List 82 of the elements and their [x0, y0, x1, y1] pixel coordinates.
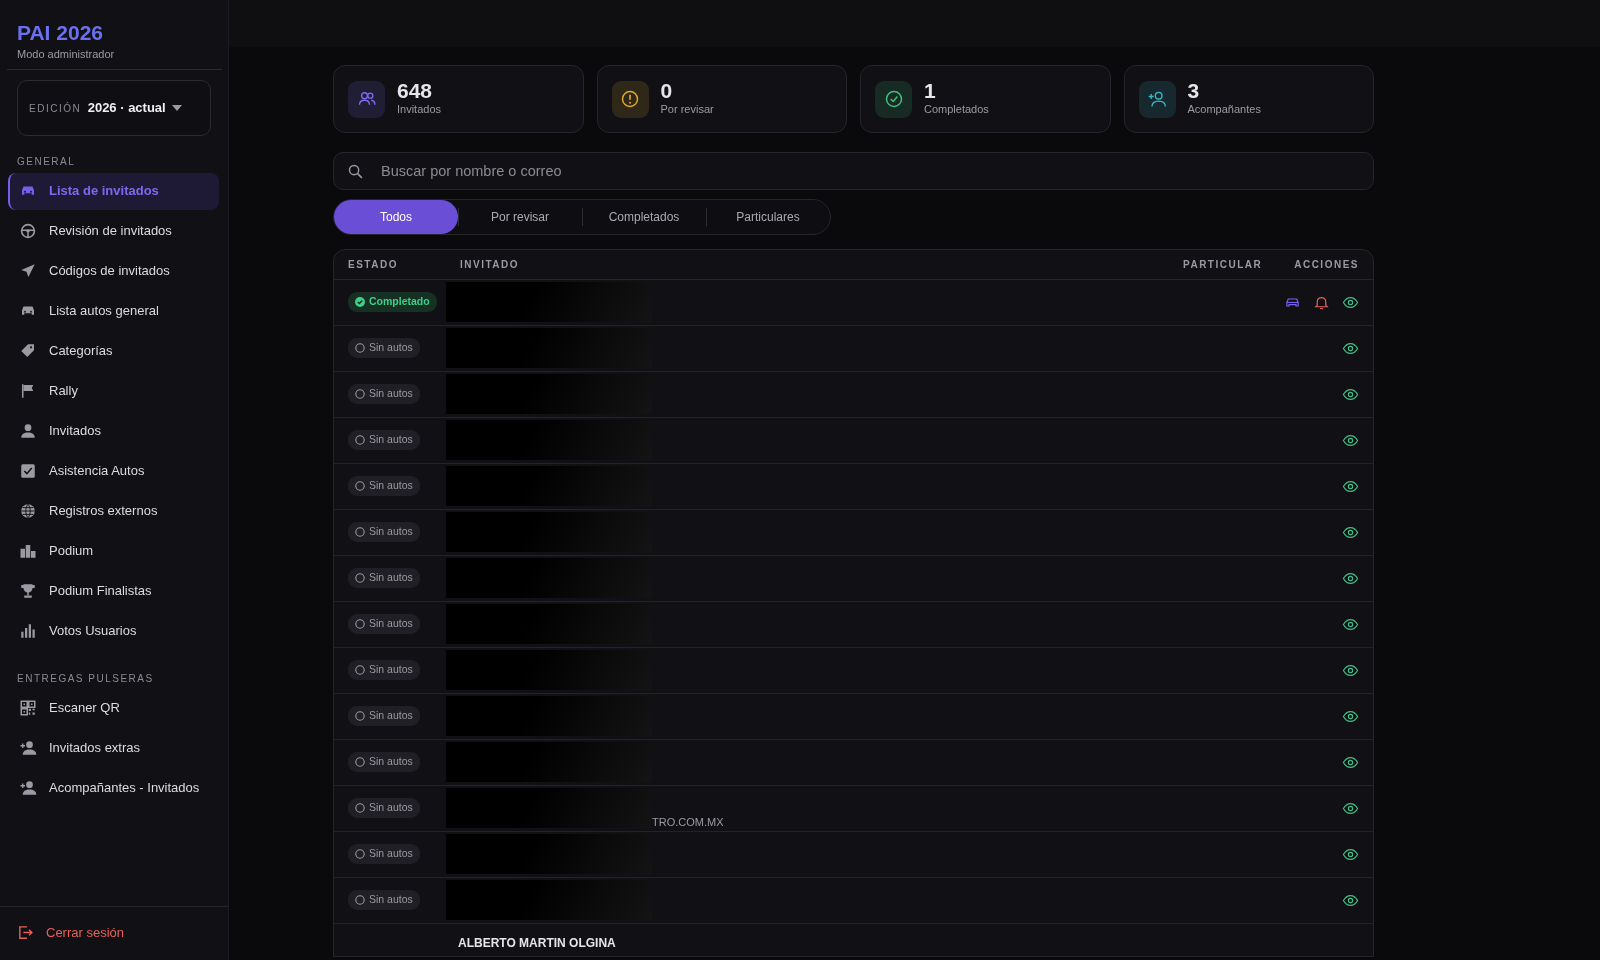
stat-label: Completados: [924, 102, 989, 118]
sidebar-item[interactable]: Invitados: [8, 412, 219, 450]
trophy-icon: [19, 582, 37, 601]
eye-icon[interactable]: [1342, 570, 1359, 587]
status-badge: Sin autos: [348, 614, 420, 635]
app-subtitle: Modo administrador: [17, 47, 116, 63]
sidebar-item[interactable]: Escaner QR: [8, 689, 219, 727]
eye-icon[interactable]: [1342, 846, 1359, 863]
section-heading: ENTREGAS PULSERAS: [16, 671, 155, 686]
eye-icon[interactable]: [1342, 754, 1359, 771]
column-header: ACCIONES: [1293, 258, 1360, 272]
sidebar-item[interactable]: Revisión de invitados: [8, 212, 219, 250]
eye-icon[interactable]: [1342, 340, 1359, 357]
eye-icon[interactable]: [1342, 892, 1359, 909]
eye-icon[interactable]: [1342, 524, 1359, 541]
eye-icon[interactable]: [1342, 662, 1359, 679]
sidebar-item[interactable]: Lista de invitados: [8, 172, 219, 210]
column-header: INVITADO: [460, 258, 520, 272]
stat-value: 0: [660, 80, 674, 102]
status-badge: Sin autos: [348, 384, 420, 405]
column-header: PARTICULAR: [1183, 258, 1264, 272]
stat-label: Acompañantes: [1187, 102, 1261, 118]
logout-link[interactable]: Cerrar sesión: [0, 922, 228, 942]
column-header: ESTADO: [347, 258, 399, 272]
sidebar-item[interactable]: Códigos de invitados: [8, 252, 219, 290]
status-badge: Sin autos: [348, 430, 420, 451]
status-badge: Sin autos: [348, 568, 420, 589]
stat-value: 3: [1187, 80, 1201, 102]
sidebar-item[interactable]: Registros externos: [8, 492, 219, 530]
status-badge: Sin autos: [348, 338, 420, 359]
section-heading: GENERAL: [16, 154, 77, 169]
caret-icon: [172, 105, 183, 111]
stat-label: Por revisar: [660, 102, 714, 118]
guest-name: ALBERTO MARTIN OLGINA: [457, 935, 616, 952]
edition-selector[interactable]: EDICIÓN 2026 · actual: [17, 80, 211, 136]
eye-icon[interactable]: [1342, 478, 1359, 495]
qr-code-icon: [19, 699, 37, 718]
status-badge: Sin autos: [348, 844, 420, 865]
eye-icon[interactable]: [1342, 432, 1359, 449]
sidebar-item[interactable]: Invitados extras: [8, 729, 219, 767]
status-badge: Sin autos: [348, 660, 420, 681]
sidebar-item[interactable]: Rally: [8, 372, 219, 410]
person-icon: [19, 422, 37, 441]
person-plus-icon: [19, 779, 37, 798]
eye-icon[interactable]: [1342, 294, 1359, 311]
status-badge: Sin autos: [348, 890, 420, 911]
status-badge: Sin autos: [348, 522, 420, 543]
globe-icon: [19, 502, 37, 521]
status-badge: Completado: [348, 292, 437, 313]
logout-icon: [17, 923, 34, 941]
eye-icon[interactable]: [1342, 616, 1359, 633]
guest-email: TRO.COM.MX: [652, 814, 724, 830]
sidebar-item[interactable]: Asistencia Autos: [8, 452, 219, 490]
eye-icon[interactable]: [1342, 800, 1359, 817]
steering-wheel-icon: [19, 222, 37, 241]
filter-tab[interactable]: Particulares: [706, 200, 830, 234]
sidebar-item[interactable]: Votos Usuarios: [8, 612, 219, 650]
status-badge: Sin autos: [348, 798, 420, 819]
stat-label: Invitados: [397, 102, 442, 118]
sidebar-item[interactable]: Podium: [8, 532, 219, 570]
status-badge: Sin autos: [348, 476, 420, 497]
stat-value: 648: [397, 80, 434, 102]
sidebar-item[interactable]: Categorías: [8, 332, 219, 370]
bell-icon[interactable]: [1313, 294, 1330, 311]
filter-tab[interactable]: Todos: [334, 200, 458, 234]
search-field[interactable]: Buscar por nombre o correo: [333, 152, 1374, 190]
sidebar-item[interactable]: Podium Finalistas: [8, 572, 219, 610]
app-title: PAI 2026: [17, 22, 104, 43]
sidebar-item[interactable]: Lista autos general: [8, 292, 219, 330]
eye-icon[interactable]: [1342, 386, 1359, 403]
eye-icon[interactable]: [1342, 708, 1359, 725]
bar-chart-icon: [19, 622, 37, 641]
status-badge: Sin autos: [348, 706, 420, 727]
sidebar-item[interactable]: Acompañantes - Invitados: [8, 769, 219, 807]
filter-tab[interactable]: Completados: [582, 200, 706, 234]
filter-tab[interactable]: Por revisar: [458, 200, 582, 234]
stat-value: 1: [924, 80, 937, 102]
search-icon: [347, 163, 364, 180]
status-badge: Sin autos: [348, 752, 420, 773]
checkbox-icon: [19, 462, 37, 481]
podium-icon: [19, 542, 37, 561]
person-plus-icon: [19, 739, 37, 758]
